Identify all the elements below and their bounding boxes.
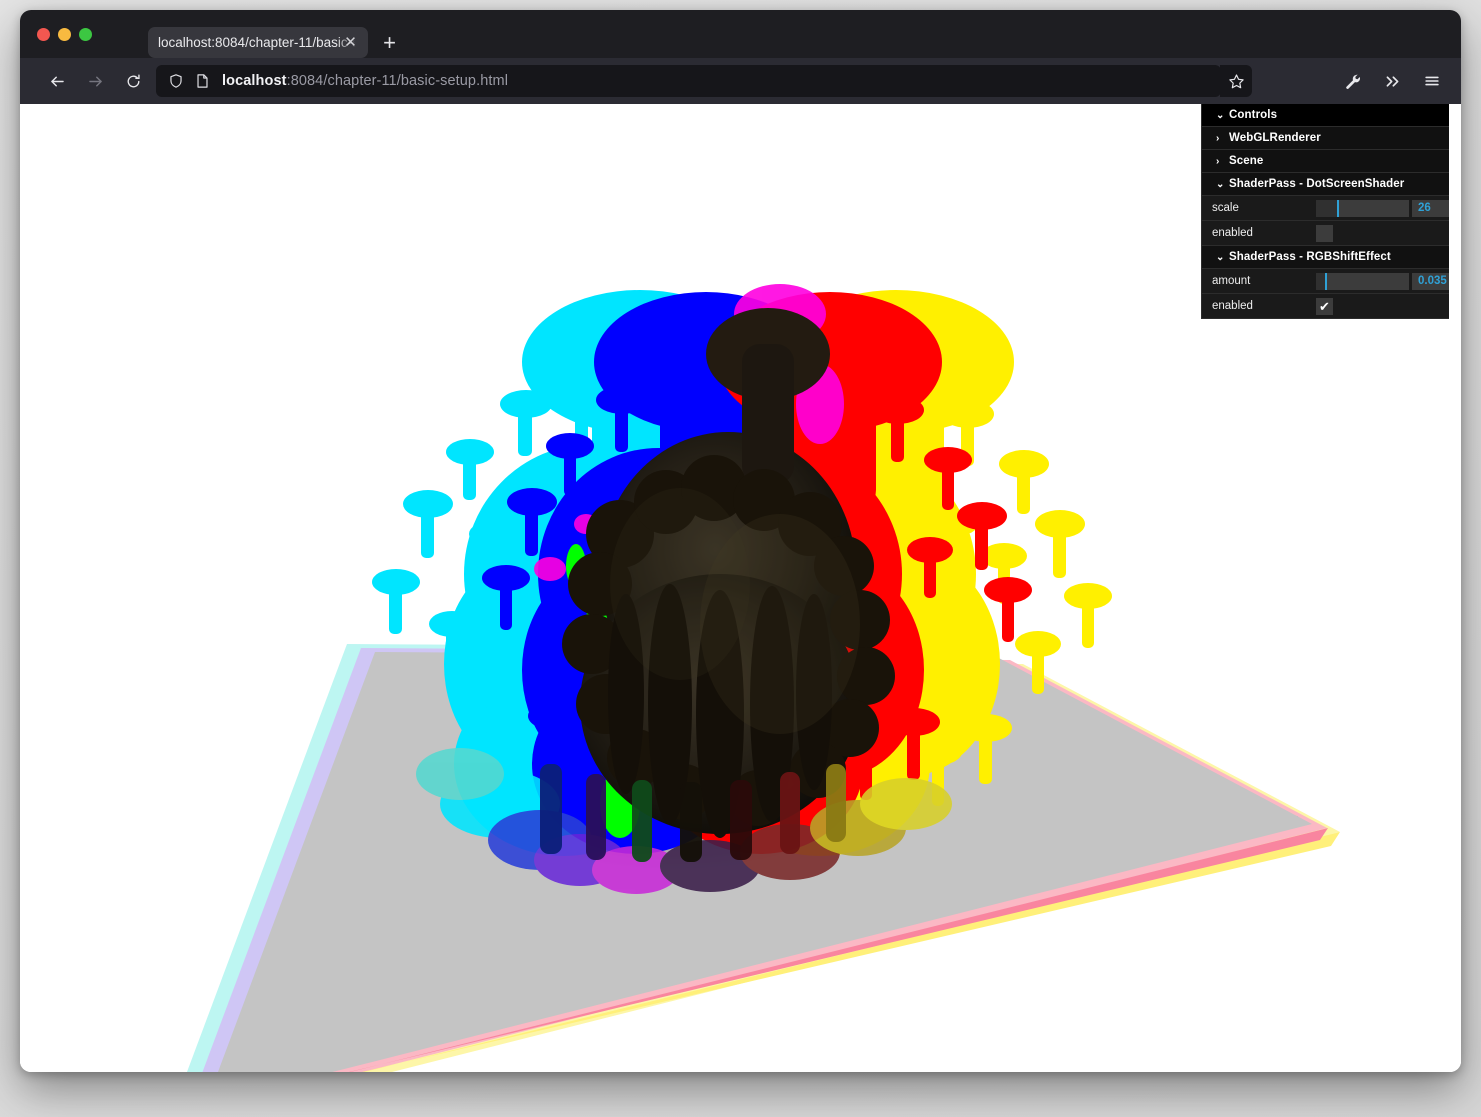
- gui-property-label: amount: [1212, 275, 1251, 287]
- forward-button[interactable]: [80, 66, 110, 96]
- gui-row-dotscreen-enabled: enabled: [1202, 221, 1449, 246]
- chevron-right-icon: ›: [1216, 155, 1220, 167]
- page-viewport: ⌄ Controls › WebGLRenderer › Scene ⌄ Sha…: [20, 104, 1461, 1072]
- hamburger-menu-icon[interactable]: [1415, 65, 1449, 97]
- amount-slider[interactable]: [1316, 272, 1409, 290]
- gui-folder-label: WebGLRenderer: [1229, 132, 1321, 144]
- shield-icon: [168, 73, 184, 89]
- url-text: localhost:8084/chapter-11/basic-setup.ht…: [222, 73, 508, 89]
- navigation-toolbar: localhost:8084/chapter-11/basic-setup.ht…: [20, 58, 1461, 104]
- chevron-down-icon: ⌄: [1216, 109, 1225, 121]
- maximize-window-button[interactable]: [79, 28, 92, 41]
- tab-strip: localhost:8084/chapter-11/basic-setup.ht…: [20, 10, 1461, 58]
- gui-folder-rgbshifteffect[interactable]: ⌄ ShaderPass - RGBShiftEffect: [1202, 246, 1449, 269]
- gui-folder-label: Scene: [1229, 155, 1264, 167]
- slider-fill: [1316, 199, 1338, 217]
- url-host: localhost: [222, 73, 287, 89]
- slider-knob[interactable]: [1325, 272, 1328, 290]
- minimize-window-button[interactable]: [58, 28, 71, 41]
- gui-property-label: enabled: [1212, 300, 1253, 312]
- scale-value-input[interactable]: 26: [1412, 199, 1449, 217]
- gui-property-label: scale: [1212, 202, 1239, 214]
- gui-folder-scene[interactable]: › Scene: [1202, 150, 1449, 173]
- browser-window: localhost:8084/chapter-11/basic-setup.ht…: [20, 10, 1461, 1072]
- gui-folder-label: ShaderPass - DotScreenShader: [1229, 178, 1405, 190]
- close-window-button[interactable]: [37, 28, 50, 41]
- chevron-down-icon: ⌄: [1216, 251, 1225, 263]
- chevron-right-icon: ›: [1216, 132, 1220, 144]
- new-tab-button[interactable]: +: [379, 32, 400, 54]
- gui-row-rgbshift-enabled: enabled ✔: [1202, 294, 1449, 319]
- gui-row-scale: scale 26: [1202, 196, 1449, 221]
- gui-property-label: enabled: [1212, 227, 1253, 239]
- wrench-icon[interactable]: [1335, 65, 1369, 97]
- chevron-down-icon: ⌄: [1216, 178, 1225, 190]
- dat-gui-panel[interactable]: ⌄ Controls › WebGLRenderer › Scene ⌄ Sha…: [1201, 104, 1449, 319]
- gui-folder-dotscreenshader[interactable]: ⌄ ShaderPass - DotScreenShader: [1202, 173, 1449, 196]
- slider-knob[interactable]: [1337, 199, 1340, 217]
- gui-title-label: Controls: [1229, 109, 1278, 121]
- scale-slider[interactable]: [1316, 199, 1409, 217]
- reload-button[interactable]: [118, 66, 148, 96]
- gui-folder-webglrenderer[interactable]: › WebGLRenderer: [1202, 127, 1449, 150]
- overflow-chevrons-icon[interactable]: [1375, 65, 1409, 97]
- window-traffic-lights: [37, 28, 92, 41]
- page-document-icon: [195, 73, 210, 89]
- dotscreen-enabled-checkbox[interactable]: [1316, 224, 1333, 242]
- browser-tab[interactable]: localhost:8084/chapter-11/basic-setup.ht…: [148, 27, 368, 58]
- rgbshift-enabled-checkbox[interactable]: ✔: [1316, 297, 1333, 315]
- address-bar[interactable]: localhost:8084/chapter-11/basic-setup.ht…: [156, 65, 1221, 97]
- gui-folder-label: ShaderPass - RGBShiftEffect: [1229, 251, 1391, 263]
- close-icon[interactable]: ✕: [343, 35, 358, 50]
- url-path: :8084/chapter-11/basic-setup.html: [286, 73, 509, 89]
- bookmark-star-icon[interactable]: [1220, 65, 1252, 97]
- slider-fill: [1316, 272, 1326, 290]
- amount-value-input[interactable]: 0.035: [1412, 272, 1449, 290]
- toolbar-right-icons: [1335, 65, 1449, 97]
- gui-title-controls[interactable]: ⌄ Controls: [1202, 104, 1449, 127]
- gui-row-amount: amount 0.035: [1202, 269, 1449, 294]
- back-button[interactable]: [42, 66, 72, 96]
- tab-title: localhost:8084/chapter-11/basic-setup.ht…: [158, 35, 362, 50]
